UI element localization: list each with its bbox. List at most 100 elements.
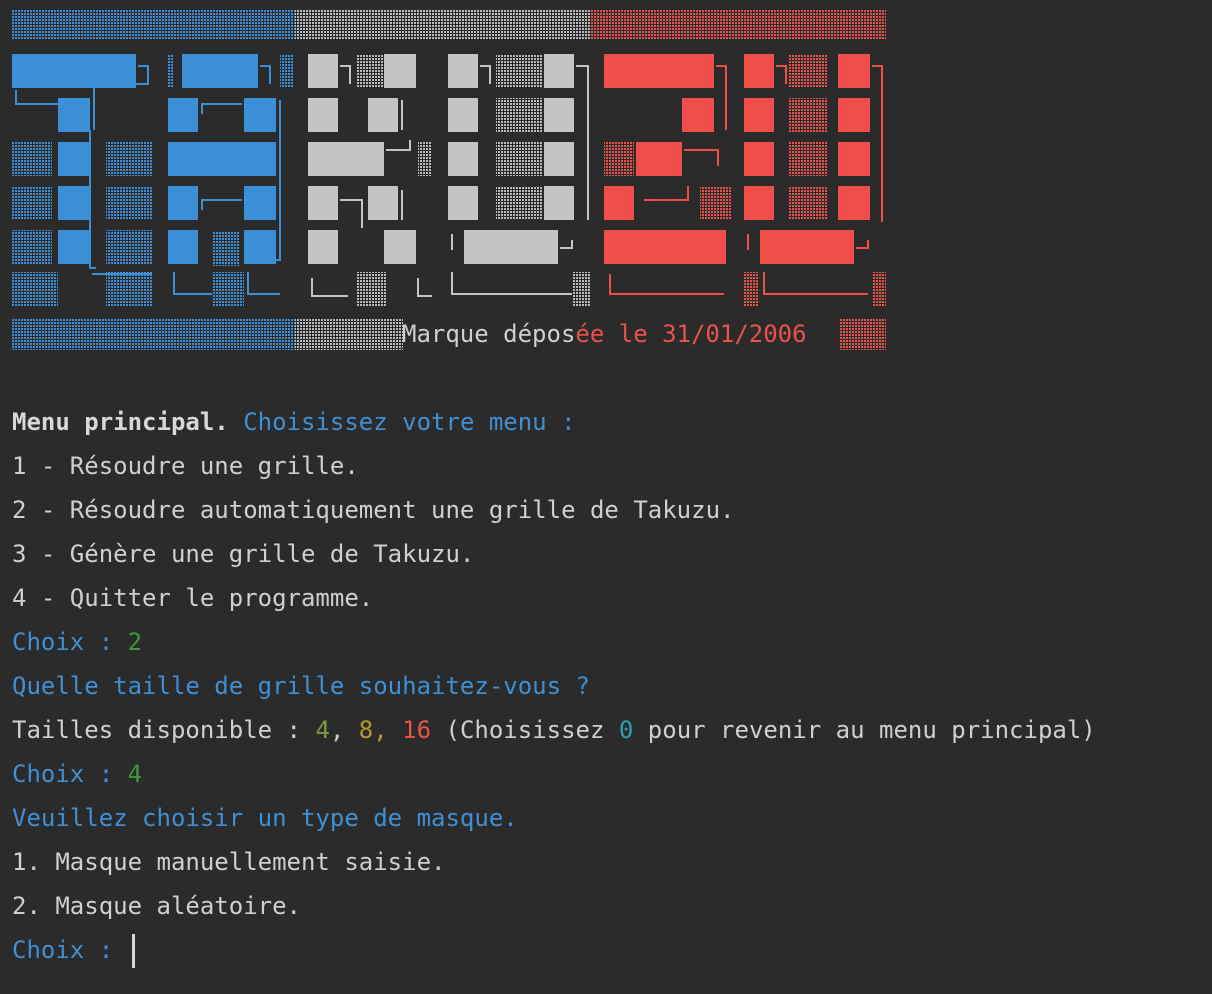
banner-block	[544, 186, 574, 220]
choice-value: 4	[127, 760, 143, 788]
takuzu-ascii-banner: Marque déposée le 31/01/2006	[12, 10, 886, 350]
banner-band-top-blue	[12, 10, 295, 40]
menu-prompt: Choisissez votre menu :	[228, 408, 576, 436]
size-4: 4	[315, 716, 330, 744]
banner-block	[58, 230, 90, 264]
banner-block	[636, 142, 682, 176]
banner-shade	[700, 186, 732, 220]
menu-item-4: 4 - Quitter le programme.	[12, 584, 374, 612]
banner-block	[58, 186, 90, 220]
mask-question: Veuillez choisir un type de masque.	[12, 804, 518, 832]
banner-block	[604, 54, 714, 88]
banner-block	[544, 98, 574, 132]
banner-block	[838, 186, 870, 220]
size-16: 16	[402, 716, 432, 744]
banner-shade	[212, 232, 240, 266]
banner-block	[464, 230, 558, 264]
banner-block	[544, 142, 574, 176]
banner-band-bottom-blue	[12, 318, 295, 350]
banner-shade	[106, 272, 152, 306]
banner-shade	[356, 54, 384, 88]
banner-shade	[12, 142, 52, 176]
banner-block	[168, 98, 198, 132]
choice-label: Choix :	[12, 936, 128, 964]
choice-label: Choix :	[12, 760, 128, 788]
banner-block	[682, 98, 714, 132]
banner-shade	[496, 98, 542, 132]
menu-item-3: 3 - Génère une grille de Takuzu.	[12, 540, 475, 568]
banner-block	[168, 142, 276, 176]
banner-block	[58, 142, 90, 176]
banner-shade	[168, 54, 174, 88]
banner-block	[448, 54, 478, 88]
banner-band-bottom-white	[295, 318, 403, 350]
banner-shade	[744, 272, 758, 306]
banner-block	[244, 186, 276, 220]
banner-shade	[212, 272, 244, 306]
banner-shade	[604, 142, 634, 176]
banner-block	[168, 186, 198, 220]
menu-header: Menu principal. Choisissez votre menu :	[12, 400, 1208, 444]
text-cursor[interactable]	[131, 934, 135, 968]
banner-block	[744, 54, 774, 88]
size-8: 8	[358, 716, 374, 744]
banner-shade	[496, 54, 542, 88]
banner-block	[838, 54, 870, 88]
sizes-sep-2: ,	[373, 716, 403, 744]
banner-block	[384, 54, 416, 88]
banner-shade	[872, 272, 886, 306]
banner-block	[308, 142, 384, 176]
banner-shade	[788, 54, 828, 88]
banner-block	[744, 186, 774, 220]
trademark-suffix: ée le 31/01/2006	[575, 320, 807, 348]
choice-value: 2	[127, 628, 143, 656]
banner-block	[604, 186, 634, 220]
banner-shade	[106, 142, 152, 176]
banner-block	[744, 142, 774, 176]
size-question: Quelle taille de grille souhaitez-vous ?	[12, 672, 590, 700]
banner-block	[604, 230, 726, 264]
choice-label: Choix :	[12, 628, 128, 656]
banner-block	[308, 230, 338, 264]
banner-shade	[12, 186, 52, 220]
banner-block	[448, 142, 478, 176]
banner-shade	[788, 142, 828, 176]
banner-block	[760, 230, 854, 264]
banner-band-top-white	[295, 10, 590, 40]
banner-letters	[12, 54, 886, 306]
sizes-end: pour revenir au menu principal)	[633, 716, 1096, 744]
banner-band-bottom-red	[840, 318, 886, 350]
banner-shade	[106, 230, 152, 264]
menu-title: Menu principal.	[12, 408, 229, 436]
banner-block	[368, 186, 398, 220]
banner-block	[58, 98, 90, 132]
banner-block	[244, 98, 276, 132]
banner-shade	[356, 272, 386, 306]
banner-shade	[788, 98, 828, 132]
banner-block	[244, 230, 276, 264]
banner-shade	[572, 272, 590, 306]
banner-block	[744, 98, 774, 132]
mask-option-1: 1. Masque manuellement saisie.	[12, 848, 446, 876]
banner-block	[12, 54, 136, 88]
banner-band-top-red	[590, 10, 886, 40]
sizes-line: Tailles disponible : 4, 8, 16 (Choisisse…	[12, 708, 1208, 752]
menu-item-1: 1 - Résoudre une grille.	[12, 452, 359, 480]
banner-block	[368, 98, 398, 132]
banner-block	[308, 54, 338, 88]
banner-block	[168, 230, 198, 264]
banner-block	[308, 98, 338, 132]
sizes-mid: (Choisissez	[431, 716, 619, 744]
banner-shade	[106, 186, 152, 220]
banner-block	[448, 98, 478, 132]
banner-block	[182, 54, 258, 88]
sizes-label: Tailles disponible :	[12, 716, 316, 744]
banner-shade	[788, 186, 828, 220]
banner-block	[838, 142, 870, 176]
banner-block	[838, 98, 870, 132]
banner-shade	[496, 186, 542, 220]
banner-shade	[280, 54, 294, 88]
choice-line-2: Choix : 4	[12, 752, 1208, 796]
banner-shade	[418, 142, 432, 176]
input-line[interactable]: Choix :	[12, 928, 1208, 972]
